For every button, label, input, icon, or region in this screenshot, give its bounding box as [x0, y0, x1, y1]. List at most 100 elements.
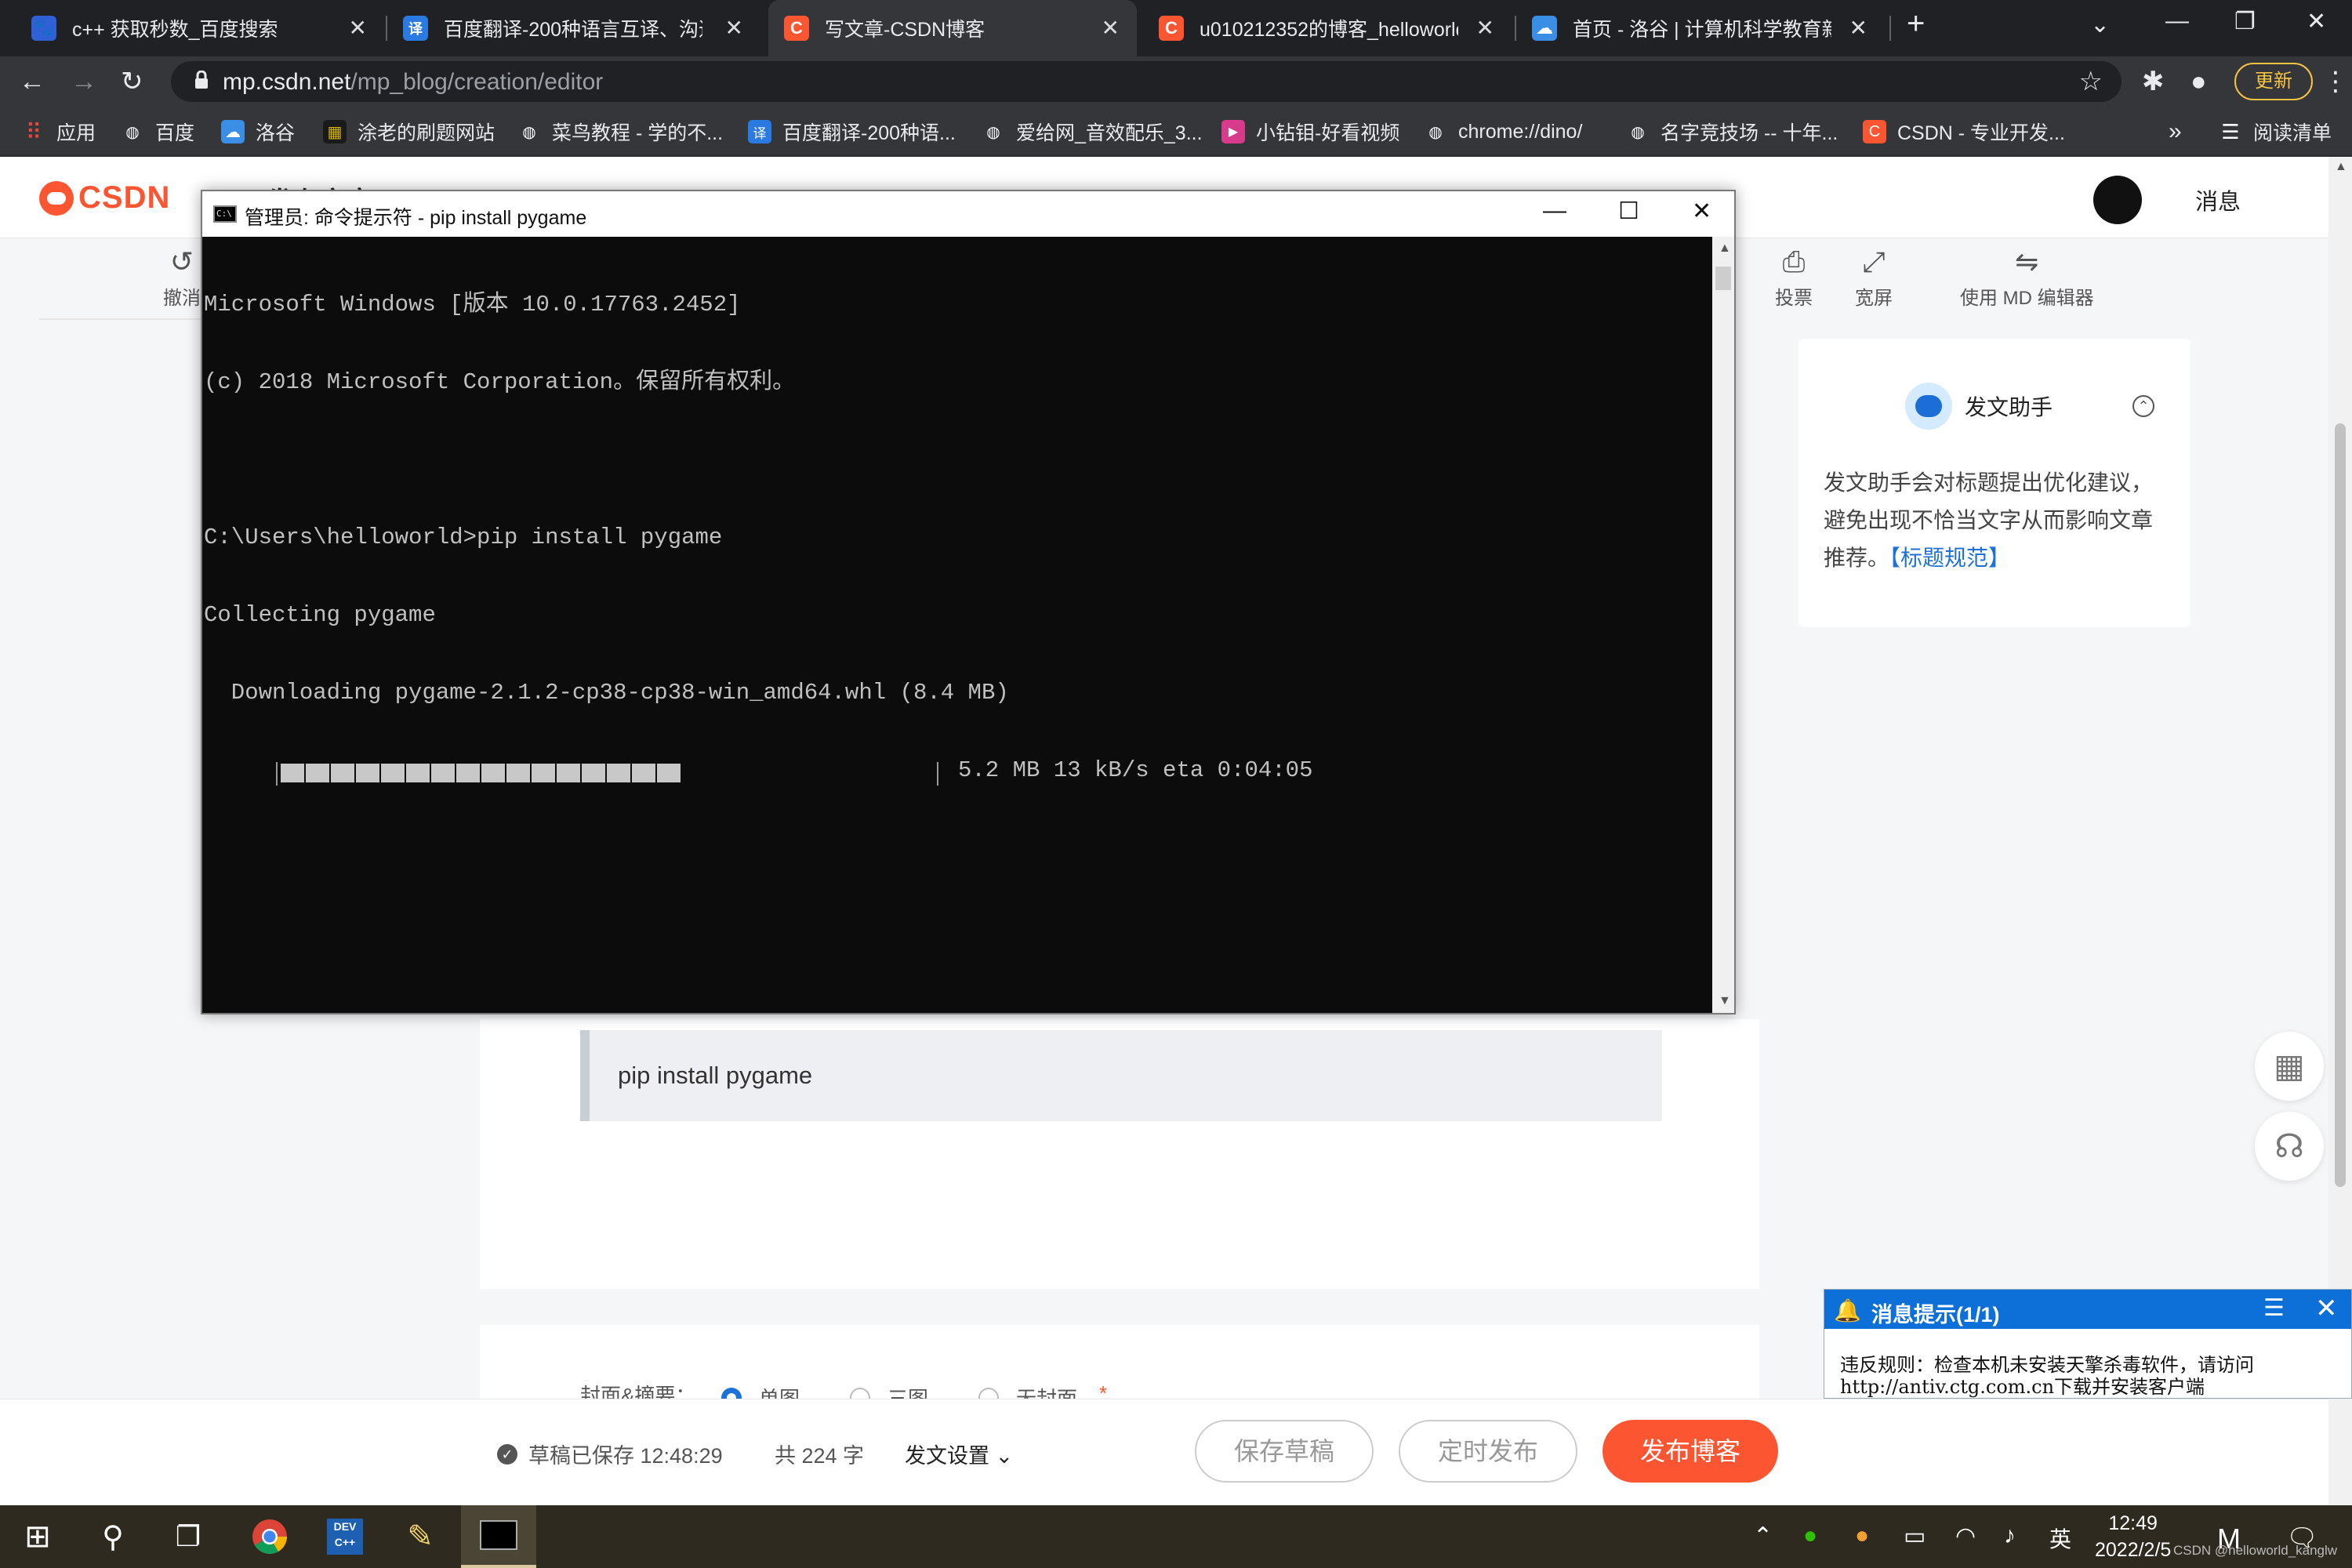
cmd-icon[interactable]: [461, 1505, 536, 1568]
profile-icon[interactable]: ●: [2190, 64, 2207, 99]
volume-icon[interactable]: ♪: [2004, 1523, 2016, 1549]
chrome-logo: [252, 1519, 287, 1554]
bookmark-apps[interactable]: ⠿ 应用: [22, 118, 96, 146]
bookmark-label: 名字竞技场 -- 十年...: [1661, 122, 1838, 144]
bookmark-item[interactable]: C CSDN - 专业开发...: [1863, 118, 2065, 146]
md-editor-button[interactable]: ⇋ 使用 MD 编辑器: [1960, 245, 2094, 310]
messages-link[interactable]: 消息: [2195, 183, 2241, 216]
browser-tab[interactable]: C u010212352的博客_helloworld_ ✕: [1143, 0, 1512, 56]
bookmark-star-icon[interactable]: ☆: [2079, 66, 2103, 97]
search-icon[interactable]: ⚲: [75, 1505, 151, 1568]
update-button[interactable]: 更新: [2234, 63, 2313, 100]
tab-search-icon[interactable]: ⌄: [2090, 11, 2110, 38]
code-block[interactable]: pip install pygame: [580, 1030, 1662, 1121]
close-tab-icon[interactable]: ✕: [1102, 16, 1120, 41]
qr-code-icon[interactable]: ▦: [2255, 1032, 2324, 1101]
browser-tab[interactable]: 🐾 c++ 获取秒数_百度搜索 ✕: [16, 0, 384, 56]
save-draft-button[interactable]: 保存草稿: [1195, 1420, 1374, 1483]
restore-window-icon[interactable]: ❐: [2234, 8, 2256, 35]
bookmark-item[interactable]: 译 百度翻译-200种语...: [748, 118, 956, 146]
browser-tab[interactable]: 译 百度翻译-200种语言互译、沟通全世界 ✕: [387, 0, 760, 56]
new-tab-button[interactable]: +: [1907, 6, 1925, 42]
command-prompt-window[interactable]: C:\ 管理员: 命令提示符 - pip install pygame — ☐ …: [201, 190, 1736, 1014]
task-view-icon[interactable]: ❐: [151, 1505, 226, 1568]
forward-icon[interactable]: →: [71, 64, 97, 99]
start-button[interactable]: ⊞: [0, 1505, 75, 1568]
progress-block: [607, 764, 630, 782]
url-text[interactable]: mp.csdn.net/mp_blog/creation/editor: [223, 69, 603, 96]
notification-header: 🔔 消息提示(1/1) ☰ ✕: [1824, 1290, 2351, 1329]
writing-assistant-panel: 发文助手 ⌃ 发文助手会对标题提出优化建议，避免出现不恰当文字从而影响文章推荐。…: [1798, 339, 2190, 627]
collapse-icon[interactable]: ⌃: [2132, 395, 2154, 417]
ime-indicator[interactable]: 英: [2049, 1523, 2071, 1554]
editor-icon[interactable]: ✎: [383, 1505, 458, 1568]
check-icon: ✓: [497, 1443, 517, 1465]
schedule-publish-button[interactable]: 定时发布: [1399, 1420, 1577, 1483]
tab-title: 百度翻译-200种语言互译、沟通全世界: [444, 19, 702, 41]
bookmark-item[interactable]: ◍ 百度: [121, 118, 194, 146]
bookmark-item[interactable]: ☁ 洛谷: [221, 118, 295, 146]
notification-popup[interactable]: 🔔 消息提示(1/1) ☰ ✕ 违反规则：检查本机未安装天擎杀毒软件，请访问ht…: [1824, 1289, 2352, 1399]
avatar[interactable]: [2093, 176, 2142, 224]
chevron-down-icon: ⌄: [989, 1444, 1014, 1468]
menu-icon[interactable]: ⋮: [2322, 64, 2349, 99]
bookmark-label: 洛谷: [256, 122, 296, 144]
scroll-up-icon[interactable]: ▲: [2335, 160, 2347, 174]
chrome-icon[interactable]: [232, 1505, 307, 1568]
post-settings-dropdown[interactable]: 发文设置 ⌄: [905, 1439, 1013, 1469]
wechat-icon[interactable]: ●: [1803, 1523, 1817, 1549]
csdn-logo[interactable]: CSDN: [39, 180, 170, 216]
cmd-title: 管理员: 命令提示符 - pip install pygame: [245, 207, 587, 229]
publish-button[interactable]: 发布博客: [1602, 1420, 1778, 1483]
browser-tab-active[interactable]: C 写文章-CSDN博客 ✕: [768, 0, 1137, 56]
vote-button[interactable]: ⎙ 投票: [1775, 245, 1813, 310]
cmd-console-output[interactable]: Microsoft Windows [版本 10.0.17763.2452] (…: [202, 237, 1712, 1013]
address-bar[interactable]: mp.csdn.net/mp_blog/creation/editor ☆: [171, 61, 2122, 102]
bookmark-item[interactable]: ◍ 名字竞技场 -- 十年...: [1626, 118, 1838, 146]
browser-tab[interactable]: ☁ 首页 - 洛谷 | 计算机科学教育新生态 ✕: [1516, 0, 1885, 56]
close-tab-icon[interactable]: ✕: [1476, 16, 1494, 41]
wide-screen-button[interactable]: ⤢ 宽屏: [1855, 245, 1893, 310]
luogu-icon: ☁: [1532, 16, 1557, 41]
bookmark-item[interactable]: ◍ chrome://dino/: [1424, 118, 1582, 146]
cmd-scrollbar[interactable]: ▲ ▼: [1712, 237, 1734, 1013]
extensions-icon[interactable]: ✱: [2142, 64, 2165, 99]
bookmark-item[interactable]: ◍ 爱给网_音效配乐_3...: [982, 118, 1202, 146]
undo-button[interactable]: ↺ 撤消: [163, 245, 201, 310]
scroll-up-icon[interactable]: ▲: [1719, 241, 1731, 256]
battery-icon[interactable]: ▭: [1904, 1523, 1926, 1550]
cmd-title-bar[interactable]: C:\ 管理员: 命令提示符 - pip install pygame — ☐ …: [202, 191, 1734, 237]
minimize-window-icon[interactable]: —: [2165, 8, 2189, 34]
bookmark-item[interactable]: ▦ 涂老的刷题网站: [323, 118, 495, 146]
close-icon[interactable]: ✕: [2315, 1293, 2338, 1324]
more-bookmarks-button[interactable]: »: [2169, 118, 2182, 146]
windows-taskbar: ⊞ ⚲ ❐ DEV C++ ✎ ⌃ ● ● ▭ ◠ ♪ 英 12:49 2022/…: [0, 1505, 2352, 1568]
progress-bar-start: [276, 762, 278, 786]
bookmark-label: 百度翻译-200种语...: [782, 122, 956, 144]
close-window-icon[interactable]: ✕: [2307, 8, 2326, 35]
title-rules-link[interactable]: 【标题规范】: [1889, 546, 2010, 570]
menu-icon[interactable]: ☰: [2263, 1294, 2285, 1322]
clock[interactable]: 12:49 2022/2/5: [2095, 1510, 2171, 1563]
show-hidden-icons[interactable]: ⌃: [1753, 1523, 1773, 1550]
close-tab-icon[interactable]: ✕: [349, 16, 367, 41]
bookmark-item[interactable]: ▶ 小钻钼-好看视频: [1221, 118, 1399, 146]
qq-icon[interactable]: ●: [1855, 1523, 1869, 1549]
close-icon[interactable]: ✕: [1692, 198, 1711, 225]
close-tab-icon[interactable]: ✕: [1849, 16, 1867, 41]
scroll-down-icon[interactable]: ▼: [1719, 994, 1731, 1008]
devcpp-icon[interactable]: DEV C++: [307, 1505, 383, 1568]
reading-list-button[interactable]: ☰ 阅读清单: [2219, 118, 2332, 146]
scrollbar-thumb[interactable]: [1715, 267, 1731, 290]
network-icon[interactable]: ◠: [1955, 1523, 1976, 1550]
customer-service-icon[interactable]: ☊: [2255, 1112, 2324, 1181]
lock-icon[interactable]: [194, 71, 209, 89]
csdn-icon: C: [784, 16, 809, 41]
minimize-icon[interactable]: —: [1543, 198, 1566, 224]
bookmark-item[interactable]: ◍ 菜鸟教程 - 学的不...: [517, 118, 723, 146]
maximize-icon[interactable]: ☐: [1618, 198, 1639, 225]
close-tab-icon[interactable]: ✕: [725, 16, 743, 41]
back-icon[interactable]: ←: [19, 64, 45, 99]
scrollbar-thumb[interactable]: [2335, 423, 2346, 1187]
reload-icon[interactable]: ↻: [121, 64, 143, 99]
